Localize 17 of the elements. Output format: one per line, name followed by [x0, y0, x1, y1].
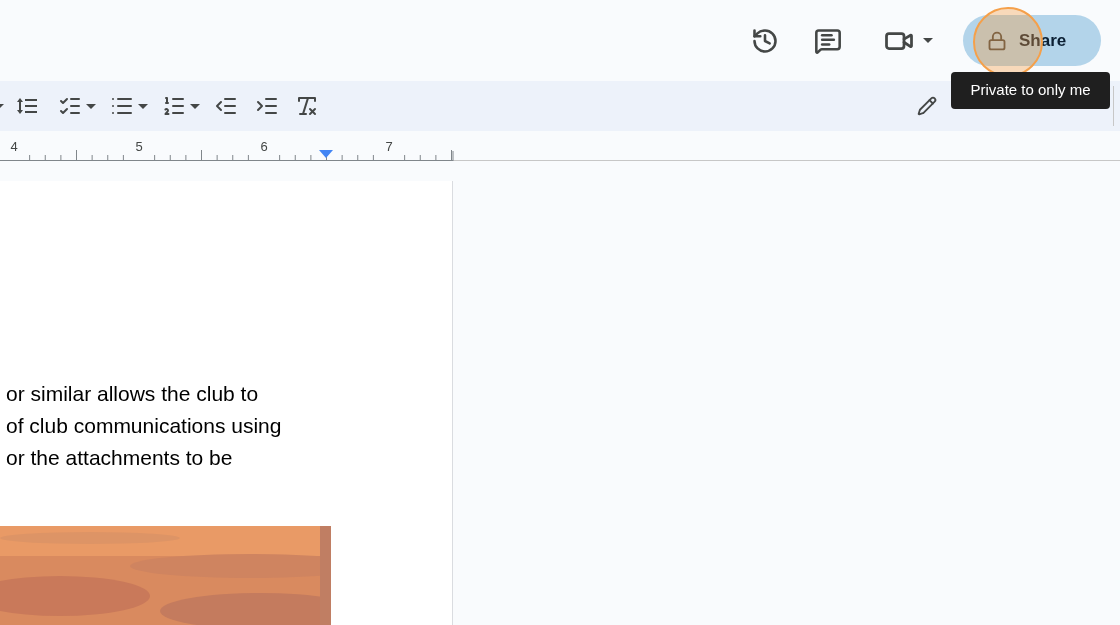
history-icon[interactable]: [751, 26, 779, 55]
ruler-number: 7: [385, 139, 393, 154]
ruler-number: 4: [10, 139, 18, 154]
ruler-number: 6: [260, 139, 268, 154]
pencil-icon[interactable]: [917, 96, 937, 117]
document-text-line: or similar allows the club to: [5, 381, 259, 407]
caret-icon[interactable]: [190, 103, 200, 109]
document-text-line: of club communications using: [5, 413, 282, 439]
tooltip: Private to only me: [951, 72, 1110, 109]
caret-icon[interactable]: [138, 103, 148, 109]
caret-icon[interactable]: [923, 38, 933, 44]
comment-icon[interactable]: [814, 26, 842, 55]
lock-icon: [987, 30, 1007, 51]
document-text-line: or the attachments to be: [5, 445, 233, 471]
indent-marker-icon[interactable]: [319, 150, 333, 158]
ruler-number: 5: [135, 139, 143, 154]
caret-icon[interactable]: [86, 103, 96, 109]
